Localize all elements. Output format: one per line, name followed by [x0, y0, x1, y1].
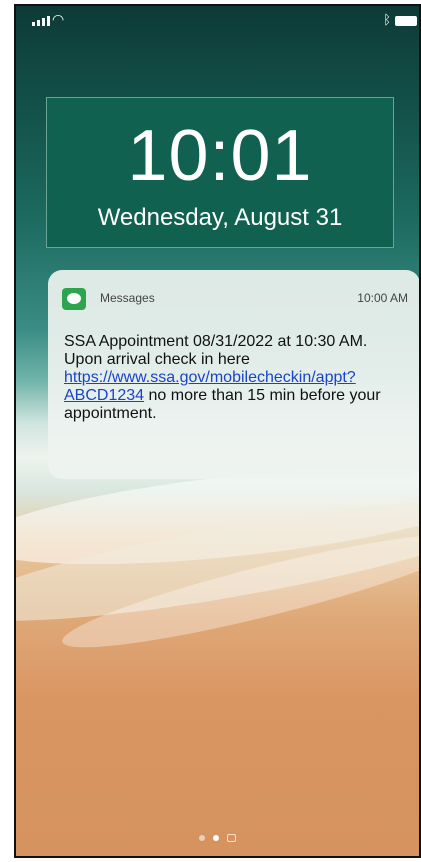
notification-header: Messages 10:00 AM — [62, 288, 408, 310]
wifi-icon: ◠ — [52, 12, 65, 28]
notification-app-name: Messages — [100, 291, 155, 305]
battery-icon — [395, 16, 417, 26]
messages-app-icon — [62, 288, 86, 310]
phone-lockscreen: ◠ ᛒ 10:01 Wednesday, August 31 Messages … — [14, 4, 421, 858]
notification-text-before: SSA Appointment 08/31/2022 at 10:30 AM. … — [64, 333, 368, 368]
lockscreen-time: 10:01 — [127, 116, 313, 196]
message-notification[interactable]: Messages 10:00 AM SSA Appointment 08/31/… — [48, 270, 419, 479]
signal-icon — [32, 16, 50, 26]
page-indicator — [16, 834, 419, 842]
notification-body: SSA Appointment 08/31/2022 at 10:30 AM. … — [64, 333, 406, 423]
notification-time: 10:00 AM — [357, 291, 408, 305]
lockscreen-clock: 10:01 Wednesday, August 31 — [46, 97, 394, 248]
bluetooth-icon: ᛒ — [383, 13, 391, 28]
camera-icon[interactable] — [227, 834, 236, 842]
status-bar: ◠ ᛒ — [16, 6, 419, 36]
lockscreen-date: Wednesday, August 31 — [97, 204, 343, 231]
page-dot-active — [213, 835, 219, 841]
page-dot — [199, 835, 205, 841]
